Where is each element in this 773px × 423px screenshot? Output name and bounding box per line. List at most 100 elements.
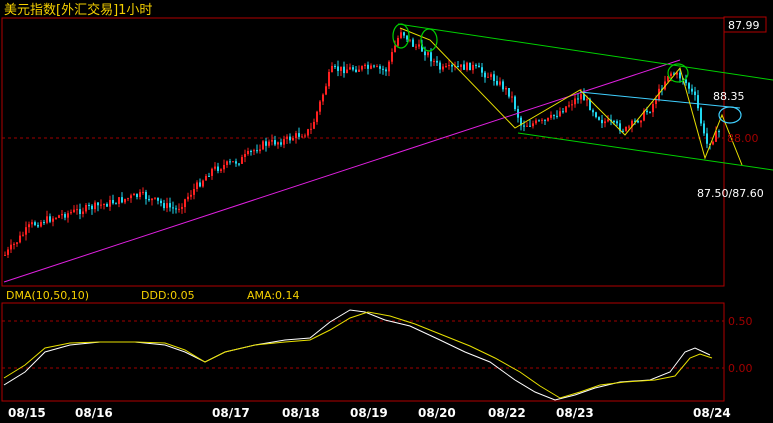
- candle-body: [568, 105, 570, 107]
- candle-body: [553, 114, 555, 116]
- candle-body: [577, 98, 579, 100]
- candle-body: [205, 175, 207, 181]
- candle-body: [142, 191, 144, 193]
- candle-body: [172, 207, 174, 209]
- candle-body: [496, 80, 498, 85]
- candle-body: [367, 64, 369, 69]
- candle-body: [700, 108, 702, 124]
- candle-body: [703, 123, 705, 134]
- candle-body: [418, 44, 420, 47]
- candle-body: [103, 204, 105, 206]
- candle-body: [130, 195, 132, 199]
- candle-body: [310, 128, 312, 130]
- candle-body: [697, 95, 699, 109]
- dma-label: DMA(10,50,10): [6, 289, 89, 302]
- candle-body: [592, 110, 594, 113]
- candle-body: [406, 35, 408, 40]
- candle-body: [373, 65, 375, 67]
- candle-body: [514, 96, 516, 110]
- candle-body: [385, 69, 387, 72]
- candle-body: [352, 67, 354, 70]
- candle-body: [376, 66, 378, 68]
- candle-body: [538, 120, 540, 122]
- candle-body: [19, 235, 21, 243]
- candle-body: [136, 193, 138, 197]
- ddd-label: DDD:0.05: [141, 289, 195, 302]
- candle-body: [448, 64, 450, 67]
- candle-body: [400, 32, 402, 38]
- candle-body: [445, 66, 447, 68]
- candle-body: [427, 52, 429, 56]
- candle-body: [133, 193, 135, 196]
- candle-body: [604, 121, 606, 124]
- candle-body: [415, 46, 417, 48]
- candle-body: [442, 66, 444, 70]
- candle-body: [412, 39, 414, 47]
- candle-body: [217, 166, 219, 171]
- chart-svg: 美元指数[外汇交易]1小时 87.99 88.35 88.00 87.50/87…: [1, 2, 773, 420]
- price-label-8835: 88.35: [713, 90, 745, 103]
- candle-body: [328, 72, 330, 87]
- candle-body: [493, 74, 495, 81]
- x-tick-label: 08/15: [8, 406, 46, 420]
- candle-body: [265, 141, 267, 146]
- candle-body: [289, 136, 291, 141]
- candle-body: [124, 198, 126, 203]
- zigzag-line: [399, 27, 743, 166]
- candle-body: [157, 197, 159, 201]
- candle-body: [691, 88, 693, 92]
- candle-body: [607, 119, 609, 122]
- candle-body: [364, 64, 366, 67]
- candle-body: [262, 141, 264, 150]
- candle-body: [571, 104, 573, 106]
- candle-body: [40, 222, 42, 227]
- candle-body: [88, 204, 90, 206]
- candle-body: [274, 140, 276, 145]
- candle-body: [220, 169, 222, 171]
- candle-body: [337, 66, 339, 71]
- candle-body: [322, 94, 324, 102]
- candle-body: [196, 182, 198, 189]
- candle-body: [256, 150, 258, 152]
- candle-body: [268, 141, 270, 146]
- candle-body: [652, 104, 654, 113]
- candle-body: [499, 81, 501, 85]
- candle-body: [616, 121, 618, 124]
- candle-body: [535, 120, 537, 124]
- candle-body: [85, 204, 87, 212]
- chart-title: 美元指数[外汇交易]1小时: [4, 2, 152, 18]
- candle-body: [298, 133, 300, 137]
- candle-body: [166, 203, 168, 209]
- candle-body: [121, 197, 123, 203]
- candle-body: [43, 222, 45, 224]
- candle-body: [100, 204, 102, 206]
- candle-body: [106, 204, 108, 207]
- candle-body: [13, 243, 15, 245]
- candle-body: [175, 208, 177, 210]
- current-price-label: 87.99: [728, 19, 760, 32]
- candle-body: [358, 69, 360, 72]
- candle-body: [685, 79, 687, 84]
- candle-body: [334, 65, 336, 67]
- green-channel-upper: [397, 23, 773, 81]
- candle-body: [82, 211, 84, 214]
- candle-body: [562, 111, 564, 113]
- candle-body: [670, 73, 672, 77]
- candle-body: [388, 61, 390, 72]
- magenta-trend-line: [3, 59, 681, 283]
- candle-body: [277, 142, 279, 145]
- candle-body: [511, 96, 513, 98]
- candle-body: [154, 197, 156, 199]
- dma-line: [3, 309, 711, 401]
- candle-body: [229, 161, 231, 163]
- candle-body: [232, 161, 234, 163]
- candle-body: [640, 120, 642, 123]
- candle-body: [565, 106, 567, 113]
- candle-body: [193, 188, 195, 195]
- candle-body: [382, 68, 384, 70]
- candle-body: [247, 150, 249, 155]
- candle-body: [31, 222, 33, 225]
- x-tick-label: 08/22: [488, 406, 526, 420]
- candle-body: [712, 141, 714, 145]
- candle-body: [148, 199, 150, 201]
